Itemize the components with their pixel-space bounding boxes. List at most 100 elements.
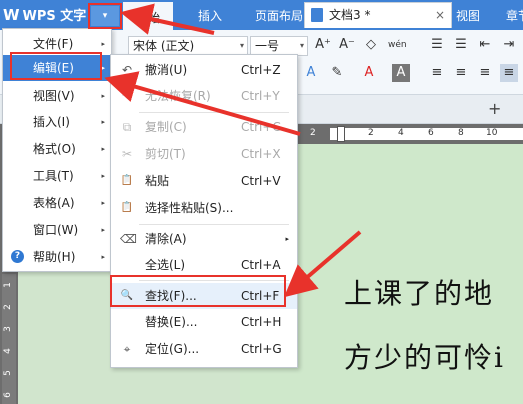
menu-item-replace[interactable]: 替换(E)... Ctrl+H [111, 309, 297, 335]
chevron-right-icon: ▸ [285, 235, 289, 243]
document-text-line[interactable]: 方少的可怜i [344, 336, 505, 376]
font-size-value: 一号 [255, 39, 280, 53]
menu-item-cut: ✂ 剪切(T) Ctrl+X [111, 141, 297, 167]
font-color-icon[interactable]: A [360, 64, 378, 82]
chevron-down-icon: ▾ [299, 41, 304, 50]
indent-icon[interactable]: ⇥ [500, 36, 518, 54]
ruler-number: 5 [2, 370, 13, 376]
indent-marker[interactable] [337, 126, 345, 142]
bullets-icon[interactable]: ☰ [428, 36, 446, 54]
menu-item-label: 格式(O) [33, 142, 76, 156]
align-center-icon[interactable]: ≡ [452, 64, 470, 82]
menu-item-label: 帮助(H) [33, 250, 76, 264]
chevron-right-icon: ▸ [101, 40, 105, 48]
scissors-icon: ✂ [121, 147, 133, 161]
shortcut-label: Ctrl+H [241, 315, 282, 329]
chevron-right-icon: ▸ [101, 64, 105, 72]
close-icon[interactable]: × [435, 3, 445, 27]
paste-special-icon: 📋 [120, 202, 134, 213]
edit-submenu: ↶ 撤消(U) Ctrl+Z ↷ 无法恢复(R) Ctrl+Y ⧉ 复制(C) Ctrl+C… [110, 54, 298, 368]
menu-item-tools[interactable]: 工具(T) ▸ [3, 163, 111, 189]
goto-icon: ⌖ [123, 342, 131, 356]
text-effect-icon[interactable]: A [302, 64, 320, 82]
menu-item-label: 选择性粘贴(S)... [145, 201, 234, 215]
copy-icon: ⧉ [122, 120, 132, 134]
menu-item-undo[interactable]: ↶ 撤消(U) Ctrl+Z [111, 57, 297, 83]
font-size-select[interactable]: 一号 ▾ [250, 36, 308, 56]
shortcut-label: Ctrl+Z [241, 63, 281, 77]
annotation-box-find [110, 275, 286, 307]
ruler-number: 4 [2, 348, 13, 354]
justify-icon[interactable]: ≡ [500, 64, 518, 82]
new-tab-button[interactable]: + [488, 99, 501, 118]
document-tab[interactable]: 文档3 * × [304, 2, 452, 28]
wps-logo-icon: W [3, 6, 20, 24]
menu-item-goto[interactable]: ⌖ 定位(G)... Ctrl+G [111, 336, 297, 362]
align-right-icon[interactable]: ≡ [476, 64, 494, 82]
menu-item-table[interactable]: 表格(A) ▸ [3, 190, 111, 216]
wps-logo[interactable]: W WPS 文字 [3, 5, 87, 25]
menu-item-label: 粘贴 [145, 174, 170, 188]
shortcut-label: Ctrl+G [241, 342, 282, 356]
shortcut-label: Ctrl+V [241, 174, 281, 188]
menu-item-format[interactable]: 格式(O) ▸ [3, 136, 111, 162]
shortcut-label: Ctrl+X [241, 147, 281, 161]
tab-section[interactable]: 章节 [498, 0, 523, 30]
menu-item-view[interactable]: 视图(V) ▸ [3, 83, 111, 109]
shrink-font-icon[interactable]: A⁻ [338, 36, 356, 54]
menu-item-label: 文件(F) [33, 37, 74, 51]
tab-view[interactable]: 视图 [446, 0, 490, 30]
char-shading-icon[interactable]: A [392, 64, 410, 82]
ruler-number: 2 [310, 128, 316, 138]
numbering-icon[interactable]: ☰ [452, 36, 470, 54]
ruler-number: 10 [486, 128, 498, 138]
ruler-number: 3 [2, 326, 13, 332]
menu-separator [139, 112, 289, 113]
chevron-right-icon: ▸ [101, 172, 105, 180]
menu-item-label: 视图(V) [33, 89, 75, 103]
ruler-number: 2 [2, 304, 13, 310]
menu-item-help[interactable]: ? 帮助(H) ▸ [3, 244, 111, 270]
grow-font-icon[interactable]: A⁺ [314, 36, 332, 54]
font-name-value: 宋体 (正文) [133, 39, 195, 53]
chevron-right-icon: ▸ [101, 145, 105, 153]
undo-icon: ↶ [121, 63, 133, 77]
chevron-right-icon: ▸ [101, 226, 105, 234]
chevron-right-icon: ▸ [101, 253, 105, 261]
menu-item-label: 复制(C) [145, 120, 187, 134]
tab-page-layout[interactable]: 页面布局 [248, 0, 310, 30]
redo-icon: ↷ [121, 89, 133, 103]
tab-home[interactable]: 开始 [123, 0, 173, 32]
menu-item-label: 定位(G)... [145, 342, 200, 356]
shortcut-label: Ctrl+Y [241, 89, 280, 103]
phonetic-guide-icon[interactable]: wén [388, 36, 407, 54]
menu-item-label: 撤消(U) [145, 63, 188, 77]
menu-item-insert[interactable]: 插入(I) ▸ [3, 109, 111, 135]
highlight-icon[interactable]: ✎ [328, 64, 346, 82]
clear-format-icon[interactable]: ◇ [362, 36, 380, 54]
menu-item-label: 剪切(T) [145, 147, 186, 161]
outdent-icon[interactable]: ⇤ [476, 36, 494, 54]
shortcut-label: Ctrl+C [241, 120, 281, 134]
menu-item-paste[interactable]: 📋 粘贴 Ctrl+V [111, 168, 297, 194]
menu-item-label: 插入(I) [33, 115, 70, 129]
menu-item-label: 窗口(W) [33, 223, 79, 237]
menu-item-label: 替换(E)... [145, 315, 198, 329]
menu-item-clear[interactable]: ⌫ 清除(A) ▸ [111, 226, 297, 252]
menu-item-paste-special[interactable]: 📋 选择性粘贴(S)... [111, 195, 297, 221]
align-left-icon[interactable]: ≡ [428, 64, 446, 82]
menu-item-window[interactable]: 窗口(W) ▸ [3, 217, 111, 243]
menu-item-label: 工具(T) [33, 169, 74, 183]
ruler-number: 6 [2, 392, 13, 398]
menu-item-label: 表格(A) [33, 196, 75, 210]
tab-insert[interactable]: 插入 [186, 0, 234, 30]
font-name-select[interactable]: 宋体 (正文) ▾ [128, 36, 248, 56]
ruler-number: 2 [368, 128, 374, 138]
wps-logo-text: WPS 文字 [22, 9, 87, 24]
ruler-number: 8 [458, 128, 464, 138]
document-text-line[interactable]: 上课了的地 [344, 272, 494, 312]
vertical-ruler-text-area [2, 274, 16, 404]
chevron-right-icon: ▸ [101, 92, 105, 100]
menu-separator [139, 224, 289, 225]
chevron-right-icon: ▸ [101, 199, 105, 207]
